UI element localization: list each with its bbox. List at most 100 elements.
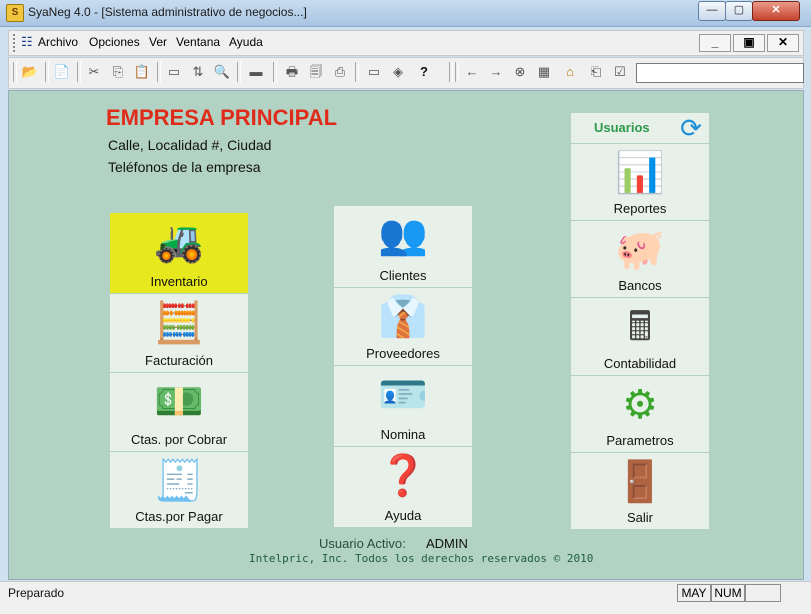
cash-register-icon: 🧮 (154, 301, 204, 345)
scanner-icon[interactable]: ▬ (247, 63, 265, 81)
toolbar-separator (237, 62, 241, 82)
usuarios-label: Usuarios (594, 120, 650, 135)
module-label: Contabilidad (603, 356, 677, 371)
app-icon: S (6, 4, 24, 22)
properties-icon[interactable]: 📄 (53, 63, 71, 81)
status-text: Preparado (8, 586, 65, 600)
module-clientes[interactable]: 👥 Clientes (334, 206, 472, 288)
mdi-minimize-button[interactable]: _ (699, 34, 731, 52)
forward-icon[interactable]: → (487, 63, 505, 81)
help-shield-icon: ❓ (378, 454, 428, 498)
module-ctas-cobrar[interactable]: 💵 Ctas. por Cobrar (110, 373, 248, 452)
print-preview-icon[interactable]: 🗐 (307, 63, 325, 81)
module-parametros[interactable]: ⚙ Parametros (571, 376, 709, 453)
copyright-text: Intelpric, Inc. Todos los derechos reser… (249, 552, 594, 565)
sort-icon[interactable]: ⇅ (189, 63, 207, 81)
checkbook-icon: 🧾 (154, 459, 204, 503)
paste-icon[interactable]: 📋 (133, 63, 151, 81)
window-title-bar[interactable]: S SyaNeg 4.0 - [Sistema administrativo d… (0, 0, 811, 27)
module-proveedores[interactable]: 👔 Proveedores (334, 288, 472, 366)
toolbar-separator (77, 62, 81, 82)
document-icon[interactable]: ☷ (21, 34, 35, 50)
monitor-icon[interactable]: ▭ (365, 63, 383, 81)
checklist-icon[interactable]: ☑ (611, 63, 629, 81)
toolbar-separator (355, 62, 359, 82)
gear-icon: ⚙ (622, 383, 658, 427)
back-icon[interactable]: ← (463, 63, 481, 81)
print-setup-icon[interactable]: ⎙ (331, 63, 349, 81)
bar-chart-icon: 📊 (615, 151, 665, 195)
module-label: Clientes (379, 268, 427, 283)
module-label: Reportes (613, 201, 667, 216)
module-label: Inventario (150, 274, 208, 289)
status-bar: Preparado MAY NUM (0, 581, 811, 614)
module-reportes[interactable]: 📊 Reportes (571, 144, 709, 221)
menu-ver[interactable]: Ver (149, 35, 167, 49)
module-label: Ctas. por Cobrar (130, 432, 228, 447)
toolbar: 📂 📄 ✂ ⎘ 📋 ▭ ⇅ 🔍 ▬ 🖶 🗐 ⎙ ▭ ◈ ? ← → ⊗ ▦ ⌂ … (8, 57, 804, 89)
favorites-icon[interactable]: ⎗ (587, 63, 605, 81)
print-icon[interactable]: 🖶 (283, 63, 301, 81)
module-label: Salir (626, 510, 653, 525)
clients-icon: 👥 (378, 213, 428, 257)
module-label: Ctas.por Pagar (135, 509, 223, 524)
window-icon[interactable]: ▭ (165, 63, 183, 81)
book-icon[interactable]: ◈ (389, 63, 407, 81)
exit-door-icon: 🚪 (615, 460, 665, 504)
address-input[interactable] (636, 63, 804, 83)
menu-bar: ☷ Archivo Opciones Ver Ventana Ayuda _ ▣… (8, 30, 804, 56)
module-ctas-pagar[interactable]: 🧾 Ctas.por Pagar (110, 452, 248, 529)
num-lock-indicator: NUM (711, 584, 745, 602)
menu-archivo[interactable]: Archivo (38, 35, 78, 49)
company-name: EMPRESA PRINCIPAL (106, 105, 338, 130)
status-extra-pane (745, 584, 781, 602)
module-bancos[interactable]: 🐖 Bancos (571, 221, 709, 298)
module-label: Nomina (380, 427, 426, 442)
money-stack-icon: 💵 (154, 380, 204, 424)
module-label: Proveedores (366, 346, 440, 361)
find-icon[interactable]: 🔍 (213, 63, 231, 81)
help-icon[interactable]: ? (415, 63, 433, 81)
forklift-icon: 🚜 (154, 220, 204, 264)
usuarios-header[interactable]: Usuarios ⟳ (571, 113, 709, 144)
toolbar-separator (157, 62, 161, 82)
menu-opciones[interactable]: Opciones (89, 35, 140, 49)
module-contabilidad[interactable]: 🖩 Contabilidad (571, 298, 709, 376)
module-label: Ayuda (384, 508, 422, 523)
minimize-button[interactable]: — (698, 1, 726, 21)
supplier-icon: 👔 (378, 295, 428, 339)
piggy-bank-icon: 🐖 (615, 228, 665, 272)
company-phones: Teléfonos de la empresa (108, 159, 261, 175)
module-facturacion[interactable]: 🧮 Facturación (110, 294, 248, 373)
module-salir[interactable]: 🚪 Salir (571, 453, 709, 530)
toolbar-separator (449, 62, 453, 82)
active-user-value: ADMIN (426, 536, 468, 551)
module-nomina[interactable]: 🪪 Nomina (334, 366, 472, 447)
company-address: Calle, Localidad #, Ciudad (108, 137, 272, 153)
module-ayuda[interactable]: ❓ Ayuda (334, 447, 472, 528)
menu-grip[interactable] (13, 34, 19, 52)
home-icon[interactable]: ⌂ (561, 63, 579, 81)
menu-ventana[interactable]: Ventana (176, 35, 220, 49)
toolbar-separator (45, 62, 49, 82)
maximize-button[interactable]: ▢ (725, 1, 753, 21)
close-button[interactable]: ✕ (752, 1, 800, 21)
main-panel: EMPRESA PRINCIPAL Calle, Localidad #, Ci… (8, 90, 804, 580)
module-label: Bancos (618, 278, 662, 293)
id-card-icon: 🪪 (378, 373, 428, 417)
refresh-icon[interactable]: ⟳ (675, 115, 707, 141)
open-folder-icon[interactable]: 📂 (21, 63, 39, 81)
caps-lock-indicator: MAY (677, 584, 711, 602)
cut-icon[interactable]: ✂ (85, 63, 103, 81)
active-user-label: Usuario Activo: (319, 536, 406, 551)
menu-ayuda[interactable]: Ayuda (229, 35, 263, 49)
mdi-restore-button[interactable]: ▣ (733, 34, 765, 52)
window-title: SyaNeg 4.0 - [Sistema administrativo de … (28, 5, 307, 19)
copy-icon[interactable]: ⎘ (109, 63, 127, 81)
refresh-page-icon[interactable]: ▦ (535, 63, 553, 81)
module-label: Parametros (606, 433, 674, 448)
module-inventario[interactable]: 🚜 Inventario (110, 213, 248, 294)
stop-icon[interactable]: ⊗ (511, 63, 529, 81)
calculator-icon: 🖩 (628, 305, 652, 349)
mdi-close-button[interactable]: ✕ (767, 34, 799, 52)
